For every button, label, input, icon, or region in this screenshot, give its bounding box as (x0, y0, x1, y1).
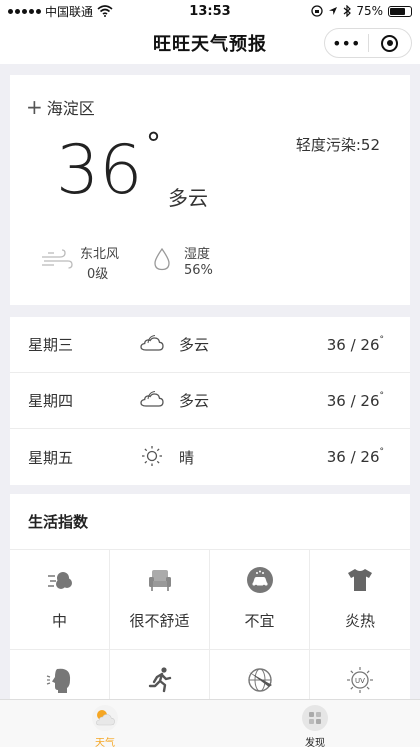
degree-symbol: ° (379, 334, 385, 345)
degree-symbol: ° (146, 127, 161, 162)
life-index-card: 生活指数 中 很不舒适 不宜 炎热 UV (10, 494, 410, 704)
bluetooth-icon (343, 5, 352, 17)
forecast-temp: 36 / 26° (326, 447, 385, 466)
uv-icon: UV (347, 667, 373, 693)
life-index-item[interactable] (210, 650, 310, 704)
running-icon (148, 667, 172, 693)
forecast-condition: 多云 (179, 336, 210, 354)
forecast-condition: 晴 (179, 448, 195, 467)
sun-icon (142, 446, 162, 466)
tab-weather-label: 天气 (95, 738, 115, 747)
status-left: 中国联通 (8, 3, 113, 20)
life-index-grid: 中 很不舒适 不宜 炎热 UV (10, 550, 410, 704)
more-dots-icon: ••• (332, 33, 361, 53)
life-index-item[interactable]: 不宜 (210, 550, 310, 650)
page-title: 旺旺天气预报 (153, 34, 267, 55)
forecast-row[interactable]: 星期五 晴 36 / 26° (10, 429, 410, 485)
battery-percent: 75% (356, 4, 383, 18)
forecast-temp-value: 36 / 26 (326, 448, 380, 466)
current-weather-card: + 海淀区 轻度污染:52 36 ° 多云 东北风 0级 湿度 56% (10, 75, 410, 305)
current-condition: 多云 (168, 186, 208, 210)
air-quality-label: 轻度污染:52 (295, 136, 380, 154)
location-arrow-icon (329, 7, 338, 15)
cloud-icon (140, 391, 164, 407)
life-index-item[interactable]: UV (310, 650, 410, 704)
forecast-day: 星期三 (28, 336, 74, 354)
forecast-day: 星期四 (28, 392, 74, 410)
humidity-value: 56% (184, 263, 213, 278)
life-index-title: 生活指数 (10, 494, 410, 550)
life-index-item[interactable]: 很不舒适 (110, 550, 210, 650)
wind-puff-icon (48, 572, 72, 589)
battery-icon (388, 5, 412, 17)
forecast-condition: 多云 (179, 392, 210, 410)
more-menu-button[interactable]: ••• (325, 29, 368, 57)
tab-weather[interactable]: 天气 (0, 700, 210, 747)
forecast-temp-value: 36 / 26 (326, 391, 380, 410)
tab-bar: 天气 发现 (0, 699, 420, 747)
wifi-icon (97, 5, 113, 17)
degree-symbol: ° (379, 447, 385, 457)
car-wash-icon (247, 567, 273, 593)
current-temperature: 36 (56, 131, 143, 210)
droplet-icon (154, 247, 170, 271)
wind-direction: 东北风 (80, 247, 120, 262)
tab-discover[interactable]: 发现 (210, 700, 420, 747)
status-right: 75% (311, 4, 412, 18)
degree-symbol: ° (379, 390, 385, 401)
tshirt-icon (348, 569, 372, 591)
discover-tab-icon (302, 705, 328, 731)
forecast-temp: 36 / 26° (326, 390, 385, 410)
globe-plane-icon (248, 668, 272, 692)
forecast-temp-value: 36 / 26 (326, 335, 380, 354)
forecast-temp: 36 / 26° (326, 334, 385, 354)
orientation-lock-icon (311, 5, 323, 17)
forecast-row[interactable]: 星期三 多云 36 / 26° (10, 317, 410, 373)
weather-tab-icon (92, 705, 118, 731)
forecast-list: 星期三 多云 36 / 26° 星期四 多云 36 / 26° 星期五 晴 36 (10, 317, 410, 485)
svg-text:UV: UV (355, 677, 365, 685)
forecast-day: 星期五 (28, 448, 74, 467)
mini-program-capsule: ••• (324, 28, 412, 58)
wind-level: 0级 (87, 267, 109, 282)
life-index-label: 中 (51, 612, 67, 630)
status-bar: 中国联通 13:53 75% (0, 0, 420, 22)
life-index-label: 不宜 (244, 612, 275, 630)
life-index-label: 很不舒适 (129, 612, 190, 630)
life-index-item[interactable] (10, 650, 110, 704)
life-index-item[interactable] (110, 650, 210, 704)
tab-discover-label: 发现 (305, 738, 325, 747)
plus-icon: + (26, 95, 43, 119)
carrier-label: 中国联通 (45, 4, 94, 19)
humidity-label: 湿度 (184, 247, 211, 262)
head-cold-icon (46, 668, 71, 693)
life-index-label: 炎热 (344, 612, 375, 630)
target-icon (381, 34, 399, 52)
cloud-icon (140, 335, 164, 351)
wind-icon (42, 249, 73, 269)
close-mini-program-button[interactable] (369, 29, 412, 57)
life-index-item[interactable]: 炎热 (310, 550, 410, 650)
nav-bar: 旺旺天气预报 ••• (0, 22, 420, 64)
signal-icon (8, 8, 41, 14)
location-selector[interactable]: + 海淀区 (26, 95, 95, 119)
life-index-item[interactable]: 中 (10, 550, 110, 650)
forecast-row[interactable]: 星期四 多云 36 / 26° (10, 373, 410, 429)
armchair-icon (149, 570, 171, 591)
location-name: 海淀区 (46, 99, 95, 118)
